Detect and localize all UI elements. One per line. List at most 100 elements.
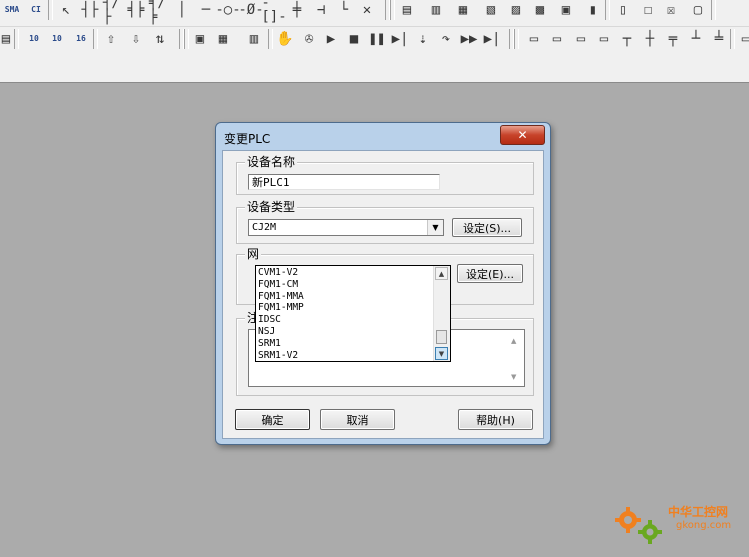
device-name-input[interactable]: 新PLC1 [248, 174, 440, 190]
step-over-icon[interactable]: ↷ [436, 29, 456, 49]
dialog-title: 变更PLC [224, 132, 271, 146]
window-icon-e[interactable]: ▢ [688, 0, 708, 20]
toolbar-row-2: ▤ 10 10 16 ⇧ ⇩ ⇅ ▣ ▦ ▥ ✋ ✇ ▶ ■ ❚❚ ▶| ⇣ ↷ ▶▶ ▶| ▭ ▭ ▭ ▭ ┬ ┼ ╤ ┴ ╧ ▭ [0, 26, 749, 51]
dropdown-option[interactable]: IDSC [257, 314, 281, 326]
rung-icon-e[interactable]: ╧ [709, 29, 729, 49]
ok-button[interactable]: 确定 [235, 409, 310, 430]
delete-line-icon[interactable]: ✕ [357, 0, 377, 20]
ci-icon[interactable]: CI [26, 0, 46, 20]
parallel-nc-contact-icon[interactable]: ╡/╞ [149, 0, 169, 24]
online-icon[interactable]: ▣ [190, 29, 210, 49]
device-type-group: 设备类型 CJ2M ▼ 设定(S)... [236, 200, 534, 244]
window-icon-c[interactable]: ☐ [638, 0, 658, 20]
extra-icon[interactable]: ▭ [736, 29, 749, 49]
dropdown-option[interactable]: CVM1-V2 [257, 267, 298, 279]
close-icon: ✕ [517, 128, 528, 142]
pause-icon[interactable]: ❚❚ [367, 29, 387, 49]
scroll-up-icon[interactable]: ▲ [435, 267, 448, 280]
window-icon-d[interactable]: ☒ [661, 0, 681, 20]
fast-forward-icon[interactable]: ▶▶ [459, 29, 479, 49]
scroll-down-icon: ▼ [511, 373, 517, 381]
run-icon[interactable]: ▶ [321, 29, 341, 49]
dropdown-option[interactable]: FQM1-CM [257, 279, 298, 291]
vertical-line-icon[interactable]: │ [172, 0, 192, 20]
dialog-client: 设备名称 新PLC1 设备类型 CJ2M ▼ 设定(S)... 网 设定(E).… [222, 150, 544, 439]
step-icon[interactable]: ▶| [390, 29, 410, 49]
window-icon-a[interactable]: ▮ [583, 0, 603, 20]
network-settings-button[interactable]: 设定(E)... [457, 264, 523, 283]
radix-10s-icon[interactable]: 10 [47, 29, 67, 49]
instruction-icon[interactable]: -[]- [261, 0, 286, 24]
line-connect-icon[interactable]: └ [334, 0, 354, 20]
rung-icon-b[interactable]: ┼ [640, 29, 660, 49]
step-end-icon[interactable]: ▶| [482, 29, 502, 49]
section-icon[interactable]: ▥ [426, 0, 446, 20]
table-icon-c[interactable]: ▩ [530, 0, 550, 20]
device-type-combo[interactable]: CJ2M ▼ [248, 219, 444, 236]
io-icon-c[interactable]: ▭ [571, 29, 591, 49]
radix-10-icon[interactable]: 10 [24, 29, 44, 49]
toolbar-separator [184, 29, 189, 49]
dropdown-scrollbar[interactable]: ▲ ▼ [433, 266, 450, 361]
rung-icon-c[interactable]: ╤ [663, 29, 683, 49]
device-name-group: 设备名称 新PLC1 [236, 155, 534, 195]
toolbar-separator [93, 29, 98, 49]
dropdown-option[interactable]: NSJ [257, 326, 275, 338]
io-icon-b[interactable]: ▭ [547, 29, 567, 49]
nc-contact-icon[interactable]: ┤/├ [103, 0, 123, 24]
table-icon-d[interactable]: ▣ [556, 0, 576, 20]
nc-coil-icon[interactable]: -Ø- [238, 0, 263, 20]
toolbar-separator [268, 29, 273, 49]
pointer-icon[interactable]: ↖ [56, 0, 76, 20]
rung-icon-d[interactable]: ┴ [686, 29, 706, 49]
force-on-icon[interactable]: ✋ [275, 29, 295, 49]
comment-scrollbar[interactable]: ▲ ▼ [508, 331, 523, 385]
no-contact-icon[interactable]: ┤├ [80, 0, 100, 20]
gkong-watermark: 中华工控网 gkong.com [612, 498, 742, 550]
monitor-icon[interactable]: ▦ [213, 29, 233, 49]
branch-icon[interactable]: ⊣ [311, 0, 331, 20]
program-icon[interactable]: ▤ [397, 0, 417, 20]
device-type-dropdown-list[interactable]: CVM1-V2 FQM1-CM FQM1-MMA FQM1-MMP IDSC NSJ SRM… [255, 265, 451, 362]
step-into-icon[interactable]: ⇣ [413, 29, 433, 49]
cancel-button[interactable]: 取消 [320, 409, 395, 430]
window-icon-b[interactable]: ▯ [613, 0, 633, 20]
change-plc-dialog: 变更PLC ✕ 设备名称 新PLC1 设备类型 CJ2M ▼ 设定(S)... … [215, 122, 551, 445]
coil-icon[interactable]: -○- [215, 0, 240, 20]
toolbar-separator [711, 0, 716, 20]
parallel-contact-icon[interactable]: ╡╞ [126, 0, 146, 20]
device-type-settings-button[interactable]: 设定(S)... [452, 218, 522, 237]
io-icon-d[interactable]: ▭ [594, 29, 614, 49]
toolbar-separator [48, 0, 53, 20]
dropdown-option[interactable]: FQM1-MMA [257, 291, 304, 303]
device-type-label: 设备类型 [245, 200, 298, 214]
edit-online-icon[interactable]: ▥ [244, 29, 264, 49]
compare-icon[interactable]: ⇅ [150, 29, 170, 49]
upload-icon[interactable]: ⇧ [101, 29, 121, 49]
instruction-block-icon[interactable]: ╪ [287, 0, 307, 20]
toolbar-area: SMA CI ↖ ┤├ ┤/├ ╡╞ ╡/╞ │ ─ -○- -Ø- -[]- ╪ ⊣ └ ✕ ▤ ▥ ▦ ▧ ▨ ▩ ▣ ▮… [0, 0, 749, 83]
dropdown-option[interactable]: FQM1-MMP [257, 302, 304, 314]
stop-icon[interactable]: ■ [344, 29, 364, 49]
dropdown-option[interactable]: SRM1-V2 [257, 350, 298, 362]
toolbar-row-1: SMA CI ↖ ┤├ ┤/├ ╡╞ ╡/╞ │ ─ -○- -Ø- -[]- ╪ ⊣ └ ✕ ▤ ▥ ▦ ▧ ▨ ▩ ▣ ▮… [0, 0, 749, 24]
rung-icon-a[interactable]: ┬ [617, 29, 637, 49]
chevron-down-icon[interactable]: ▼ [427, 220, 443, 235]
io-icon-a[interactable]: ▭ [524, 29, 544, 49]
horizontal-line-icon[interactable]: ─ [196, 0, 216, 20]
table-icon-a[interactable]: ▧ [481, 0, 501, 20]
close-button[interactable]: ✕ [500, 125, 545, 145]
sma-icon[interactable]: SMA [2, 0, 22, 20]
download-icon[interactable]: ⇩ [126, 29, 146, 49]
device-type-value: CJ2M [252, 222, 277, 233]
watermark-line-2: gkong.com [676, 520, 732, 531]
scroll-down-icon[interactable]: ▼ [435, 347, 448, 360]
help-button[interactable]: 帮助(H) [458, 409, 533, 430]
dropdown-option[interactable]: SRM1 [257, 338, 281, 350]
radix-16-icon[interactable]: 16 [71, 29, 91, 49]
table-icon-b[interactable]: ▨ [506, 0, 526, 20]
force-off-icon[interactable]: ✇ [299, 29, 319, 49]
scroll-thumb[interactable] [436, 330, 447, 344]
memory-icon[interactable]: ▦ [453, 0, 473, 20]
scroll-up-icon: ▲ [511, 337, 517, 345]
